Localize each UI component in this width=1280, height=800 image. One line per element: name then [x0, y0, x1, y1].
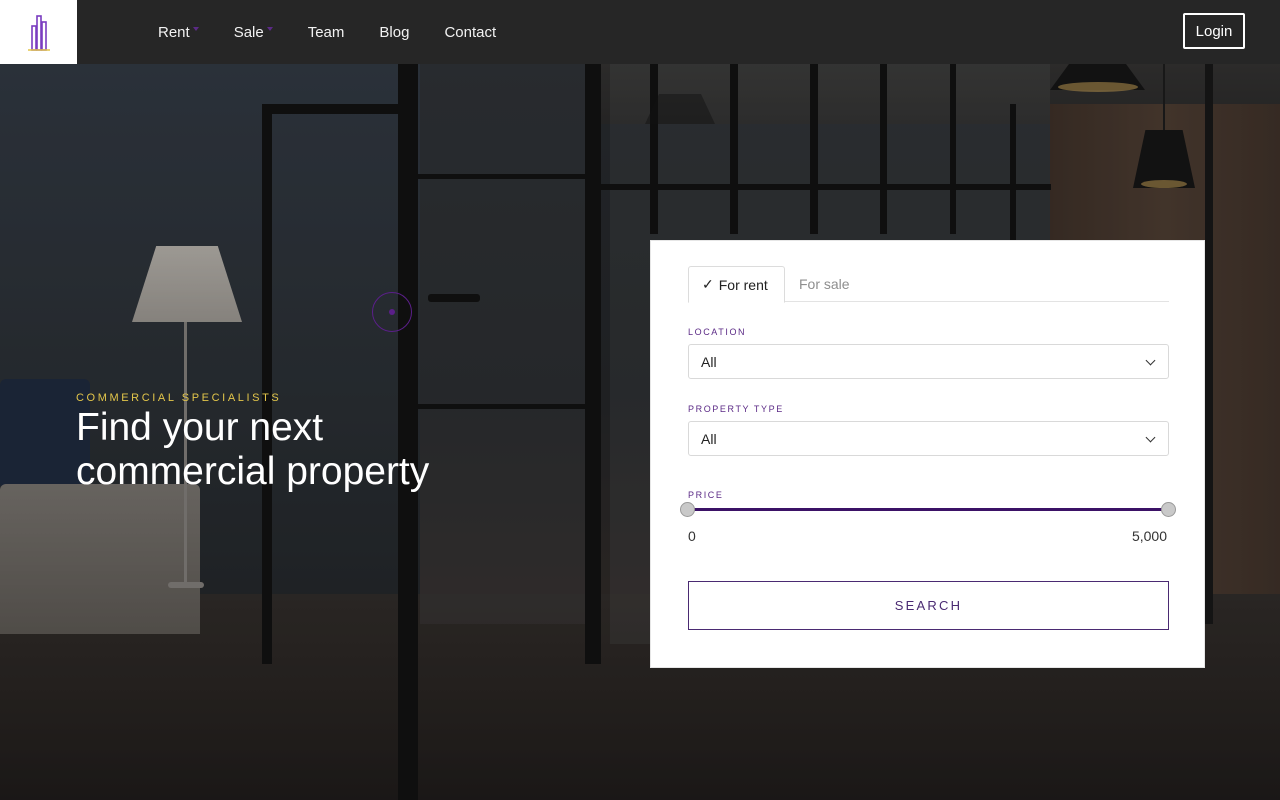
- nav-item-label: Sale: [233, 23, 264, 41]
- tab-label: For rent: [718, 276, 768, 293]
- check-icon: ✓: [702, 276, 714, 292]
- price-max-handle[interactable]: [1161, 502, 1176, 517]
- tab-for-rent[interactable]: ✓ For rent: [688, 266, 785, 303]
- property-type-select-value: All: [701, 430, 717, 447]
- tab-for-sale[interactable]: For sale: [799, 266, 850, 302]
- price-range-slider-track[interactable]: [688, 508, 1169, 511]
- tab-label: For sale: [799, 276, 850, 292]
- location-select-value: All: [701, 353, 717, 370]
- price-min-handle[interactable]: [680, 502, 695, 517]
- nav-item-blog[interactable]: Blog: [379, 24, 409, 41]
- hero-headline-line1: Find your next: [76, 406, 324, 449]
- price-label: PRICE: [688, 490, 724, 500]
- nav-item-sale[interactable]: Sale: [234, 24, 273, 41]
- nav-item-label: Contact: [444, 23, 497, 41]
- price-max-value: 5,000: [1131, 528, 1167, 544]
- caret-down-icon: [192, 27, 199, 31]
- nav-item-rent[interactable]: Rent: [158, 24, 199, 41]
- chevron-down-icon: [1145, 432, 1156, 443]
- listing-type-tabs: ✓ For rent For sale: [688, 266, 1169, 303]
- search-button[interactable]: SEARCH: [688, 581, 1169, 630]
- hero-headline: Find your next commercial property: [76, 406, 516, 494]
- hero-decor-dot: [389, 309, 395, 315]
- property-type-select[interactable]: All: [688, 421, 1169, 456]
- nav-item-label: Team: [307, 23, 345, 41]
- property-type-label: PROPERTY TYPE: [688, 404, 784, 414]
- location-label: LOCATION: [688, 327, 747, 337]
- site-logo[interactable]: [0, 0, 77, 64]
- nav-item-label: Blog: [379, 23, 410, 41]
- top-navbar: Rent Sale Team Blog Contact Login: [0, 0, 1280, 64]
- nav-item-contact[interactable]: Contact: [444, 24, 496, 41]
- hero-eyebrow: COMMERCIAL SPECIALISTS: [76, 392, 282, 404]
- login-button[interactable]: Login: [1183, 13, 1245, 49]
- nav-item-team[interactable]: Team: [308, 24, 345, 41]
- property-search-card: ✓ For rent For sale LOCATION All PROPERT…: [650, 240, 1205, 668]
- location-select[interactable]: All: [688, 344, 1169, 379]
- chevron-down-icon: [1145, 355, 1156, 366]
- nav-item-label: Rent: [158, 23, 190, 41]
- building-logo-icon: [27, 15, 50, 51]
- primary-nav: Rent Sale Team Blog Contact: [158, 0, 531, 64]
- caret-down-icon: [266, 27, 273, 31]
- price-min-value: 0: [688, 528, 696, 544]
- hero-headline-line2: commercial property: [76, 450, 430, 493]
